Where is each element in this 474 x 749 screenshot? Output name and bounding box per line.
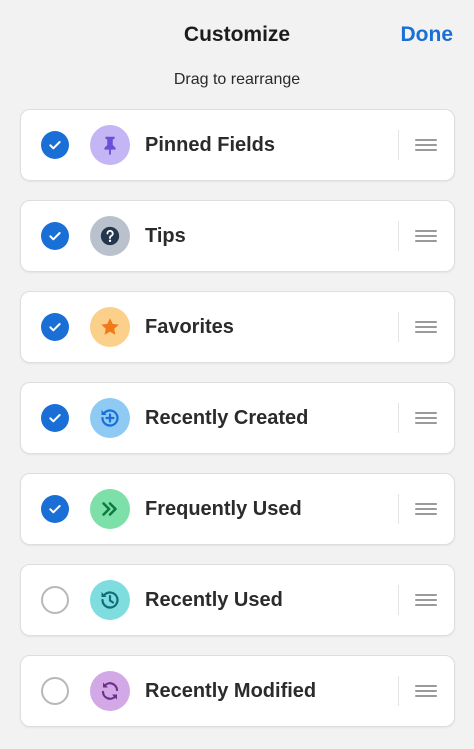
- list-item-recently-used[interactable]: Recently Used: [20, 564, 455, 636]
- checkbox-checked[interactable]: [41, 131, 69, 159]
- divider: [398, 585, 399, 615]
- checkbox-checked[interactable]: [41, 495, 69, 523]
- question-icon: [90, 216, 130, 256]
- checkbox-checked[interactable]: [41, 222, 69, 250]
- fast-forward-icon: [90, 489, 130, 529]
- item-label: Recently Created: [145, 407, 309, 429]
- list-item-pinned-fields[interactable]: Pinned Fields: [20, 109, 455, 181]
- drag-handle-icon[interactable]: [415, 321, 437, 335]
- item-label: Pinned Fields: [145, 134, 276, 156]
- pin-icon: [90, 125, 130, 165]
- history-icon: [90, 580, 130, 620]
- drag-handle-icon[interactable]: [415, 412, 437, 426]
- drag-handle-icon[interactable]: [415, 685, 437, 699]
- list-item-favorites[interactable]: Favorites: [20, 291, 455, 363]
- checkbox-checked[interactable]: [41, 404, 69, 432]
- list-item-recently-created[interactable]: Recently Created: [20, 382, 455, 454]
- checkbox-unchecked[interactable]: [41, 586, 69, 614]
- checkbox-checked[interactable]: [41, 313, 69, 341]
- item-label: Frequently Used: [145, 498, 302, 520]
- star-icon: [90, 307, 130, 347]
- done-button[interactable]: Done: [401, 23, 454, 47]
- list-item-recently-modified[interactable]: Recently Modified: [20, 655, 455, 727]
- divider: [398, 221, 399, 251]
- drag-handle-icon[interactable]: [415, 230, 437, 244]
- item-label: Tips: [145, 225, 186, 247]
- divider: [398, 403, 399, 433]
- drag-handle-icon[interactable]: [415, 594, 437, 608]
- nav-header: Customize Done: [0, 0, 474, 70]
- divider: [398, 130, 399, 160]
- divider: [398, 312, 399, 342]
- list-item-frequently-used[interactable]: Frequently Used: [20, 473, 455, 545]
- list-item-tips[interactable]: Tips: [20, 200, 455, 272]
- refresh-icon: [90, 671, 130, 711]
- item-label: Favorites: [145, 316, 234, 338]
- divider: [398, 676, 399, 706]
- drag-handle-icon[interactable]: [415, 139, 437, 153]
- drag-handle-icon[interactable]: [415, 503, 437, 517]
- item-label: Recently Modified: [145, 680, 317, 702]
- checkbox-unchecked[interactable]: [41, 677, 69, 705]
- item-label: Recently Used: [145, 589, 283, 611]
- divider: [398, 494, 399, 524]
- instructions-text: Drag to rearrange: [173, 71, 301, 88]
- recent-add-icon: [90, 398, 130, 438]
